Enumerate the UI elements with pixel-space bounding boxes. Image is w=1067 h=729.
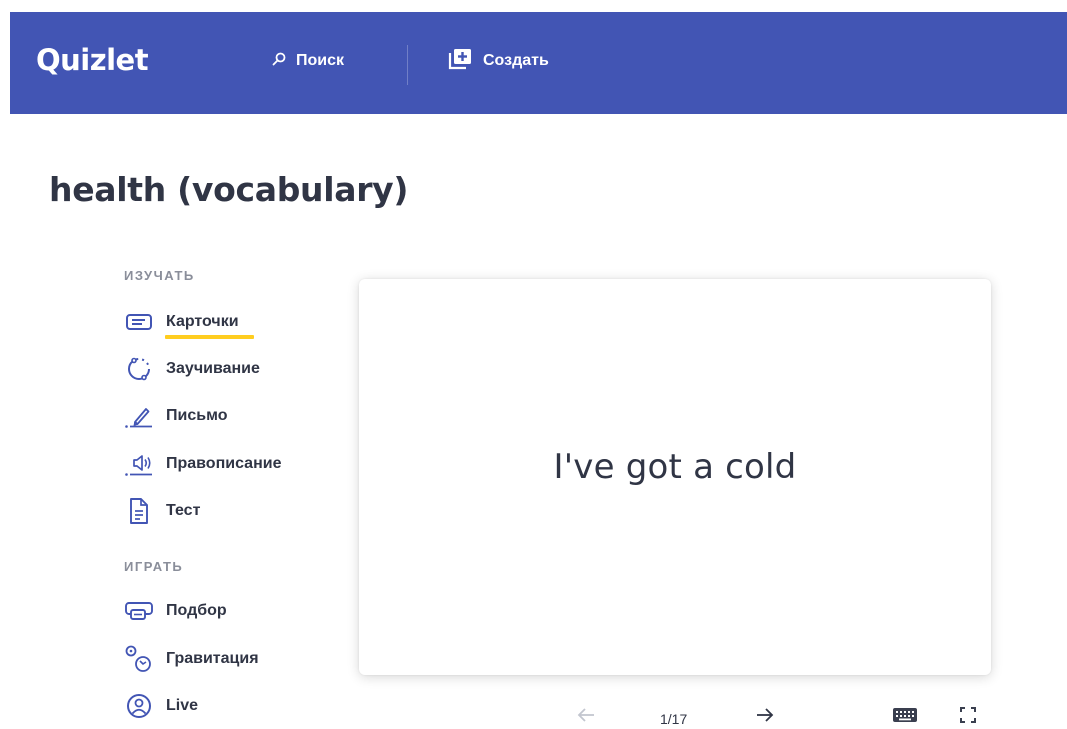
learn-icon [124, 355, 154, 383]
previous-card-button[interactable] [573, 706, 599, 728]
mode-live-label: Live [166, 697, 199, 714]
write-icon [124, 402, 154, 430]
match-icon [124, 597, 154, 625]
search-button[interactable]: Поиск [272, 50, 344, 72]
mode-spell[interactable]: Правописание [124, 450, 281, 478]
mode-write-label: Письмо [166, 407, 228, 424]
keyboard-shortcuts-button[interactable] [890, 706, 920, 728]
mode-learn-label: Заучивание [166, 360, 260, 377]
mode-test[interactable]: Тест [124, 497, 200, 525]
card-counter: 1/17 [660, 711, 688, 727]
create-button[interactable]: Создать [448, 48, 549, 74]
header-divider [407, 45, 408, 85]
play-section-heading: ИГРАТЬ [124, 559, 184, 574]
mode-test-label: Тест [166, 502, 201, 519]
mode-gravity[interactable]: Гравитация [124, 645, 259, 673]
fullscreen-button[interactable] [955, 706, 981, 728]
page-title: health (vocabulary) [49, 170, 409, 209]
mode-match-label: Подбор [166, 602, 227, 619]
flashcard[interactable]: I've got a cold [359, 279, 991, 675]
fullscreen-icon [959, 706, 977, 729]
quizlet-logo[interactable]: Quizlet [36, 43, 149, 77]
study-section-heading: ИЗУЧАТЬ [124, 268, 195, 283]
mode-gravity-label: Гравитация [166, 650, 259, 667]
test-icon [124, 497, 154, 525]
search-label: Поиск [296, 52, 345, 69]
create-label: Создать [483, 52, 549, 69]
keyboard-icon [892, 706, 918, 729]
live-icon [124, 692, 154, 720]
search-icon [272, 52, 286, 71]
mode-cards[interactable]: Карточки [124, 308, 254, 339]
mode-live[interactable]: Live [124, 692, 198, 720]
spell-icon [124, 450, 154, 478]
mode-write[interactable]: Письмо [124, 402, 227, 430]
arrow-left-icon [576, 707, 596, 728]
top-navigation-bar: Quizlet Поиск Создать [10, 12, 1067, 114]
arrow-right-icon [755, 707, 775, 728]
cards-icon [124, 308, 154, 336]
mode-spell-label: Правописание [166, 455, 282, 472]
create-set-icon [448, 48, 474, 75]
next-card-button[interactable] [752, 706, 778, 728]
mode-learn[interactable]: Заучивание [124, 355, 260, 383]
active-mode-indicator [165, 335, 254, 339]
gravity-icon [124, 645, 154, 673]
mode-cards-label: Карточки [165, 313, 254, 339]
mode-match[interactable]: Подбор [124, 597, 227, 625]
flashcard-term: I've got a cold [553, 447, 797, 487]
